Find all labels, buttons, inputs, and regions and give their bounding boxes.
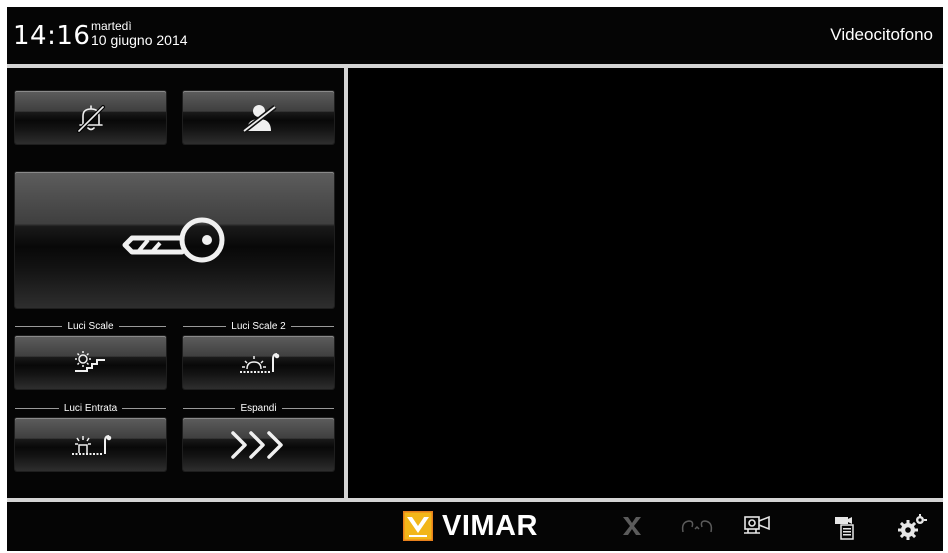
page-title: Videocitofono [830, 25, 933, 44]
brand-logo-text: VIMAR [442, 510, 538, 542]
stair-light-icon [71, 349, 111, 377]
entrance-light-icon [69, 431, 113, 459]
camera-icon[interactable] [742, 514, 772, 538]
entrance-light-button[interactable] [15, 418, 166, 471]
garden-light-button[interactable] [183, 336, 334, 389]
intercom-icon[interactable] [680, 514, 713, 538]
group-label-espandi: Espandi [183, 401, 335, 415]
top-bar: 14:16 martedì 10 giugno 2014 Videocitofo… [7, 7, 943, 64]
video-intercom-icon[interactable] [832, 514, 862, 540]
control-panel: Luci Scale Luci Scale 2 Luci Entrata Esp… [7, 68, 344, 498]
bell-off-icon [73, 103, 109, 133]
expand-button[interactable] [183, 418, 334, 471]
door-open-button[interactable] [15, 172, 334, 308]
garden-light-icon [237, 349, 281, 377]
stair-light-button[interactable] [15, 336, 166, 389]
date-label: 10 giugno 2014 [91, 32, 188, 48]
settings-icon[interactable] [896, 514, 927, 540]
key-icon [120, 215, 230, 265]
privacy-button[interactable] [183, 91, 334, 144]
mute-ringer-button[interactable] [15, 91, 166, 144]
group-label-luci-entrata: Luci Entrata [15, 401, 166, 415]
call-transfer-icon[interactable] [617, 514, 647, 538]
group-label-luci-scale-2: Luci Scale 2 [183, 319, 335, 333]
vimar-logo-icon [403, 511, 433, 541]
group-label-luci-scale: Luci Scale [15, 319, 167, 333]
clock-time: 14:16 [13, 21, 91, 51]
bottom-bar: VIMAR [7, 502, 943, 551]
chevrons-right-icon [228, 429, 290, 461]
date-block: martedì 10 giugno 2014 [91, 20, 188, 48]
video-display [348, 68, 943, 498]
video-intercom-screen: 14:16 martedì 10 giugno 2014 Videocitofo… [7, 7, 943, 551]
user-off-icon [239, 102, 279, 134]
